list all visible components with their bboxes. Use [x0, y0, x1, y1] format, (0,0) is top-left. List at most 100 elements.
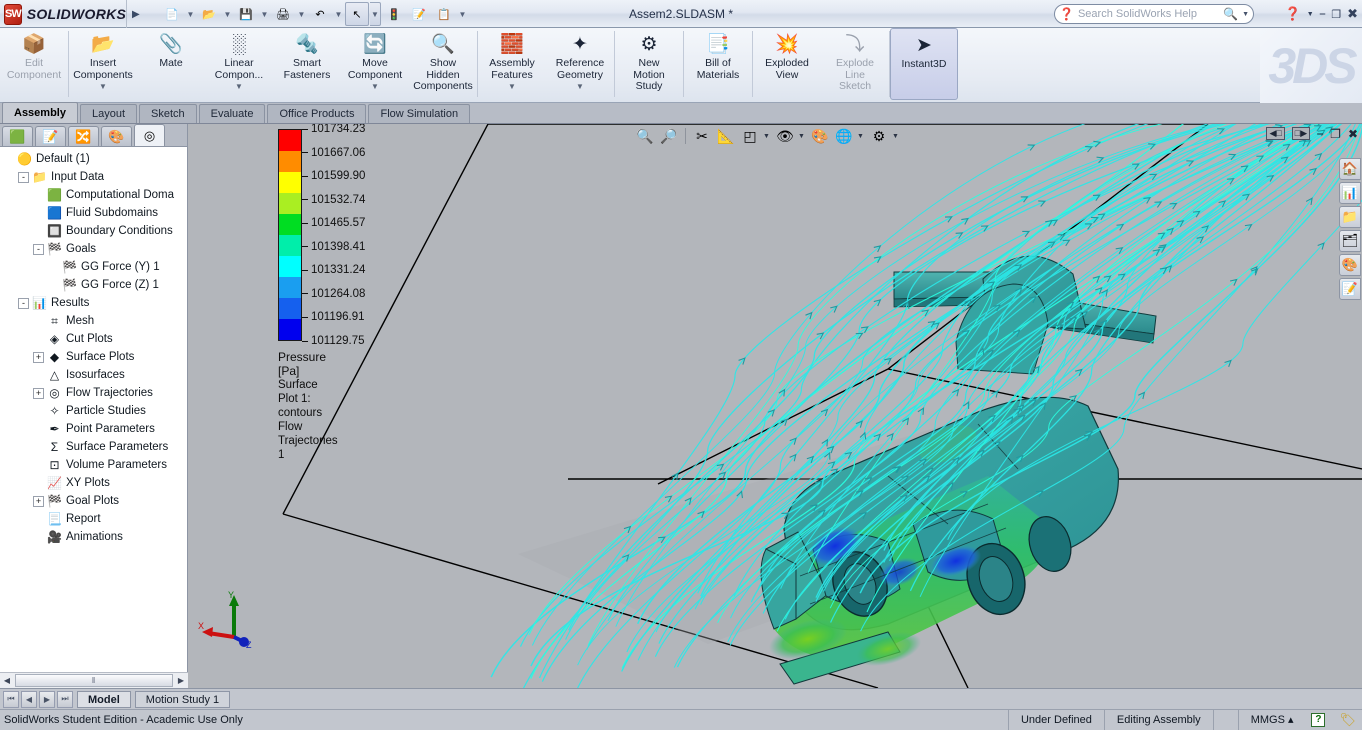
- doc-tab-motion-study-1[interactable]: Motion Study 1: [134, 690, 231, 708]
- ribbon-assembly-features-button[interactable]: 🧱 Assembly Features ▼: [478, 28, 546, 103]
- restore-right-icon[interactable]: □▶: [1291, 127, 1311, 140]
- tab-office-products[interactable]: Office Products: [267, 104, 367, 123]
- tree-item-results[interactable]: - 📊 Results: [3, 294, 187, 312]
- tree-item-isosurfaces[interactable]: △ Isosurfaces: [3, 366, 187, 384]
- ribbon-insert-components-button[interactable]: 📂 Insert Components ▼: [69, 28, 137, 103]
- ribbon-linear-component-pattern-button[interactable]: ░ Linear Compon... ▼: [205, 28, 273, 103]
- restore-icon[interactable]: ❐: [1331, 8, 1341, 21]
- view-settings-icon[interactable]: ⚙: [868, 126, 890, 146]
- ribbon-mate-button[interactable]: 📎 Mate: [137, 28, 205, 103]
- chevron-down-icon[interactable]: ▼: [370, 2, 381, 26]
- tab-sketch[interactable]: Sketch: [139, 104, 197, 123]
- chevron-down-icon[interactable]: ▼: [892, 133, 901, 140]
- options-icon[interactable]: 📝: [407, 2, 431, 26]
- new-document-icon[interactable]: 📄: [160, 2, 184, 26]
- status-mmgs[interactable]: MMGS ▴: [1237, 709, 1306, 730]
- ribbon-move-component-button[interactable]: 🔄 Move Component ▼: [341, 28, 409, 103]
- appearances-scenes-icon[interactable]: 🎨: [1339, 254, 1361, 276]
- tree-item-point-parameters[interactable]: ✒ Point Parameters: [3, 420, 187, 438]
- expand-icon[interactable]: +: [33, 387, 44, 399]
- apply-scene-icon[interactable]: 🌐: [833, 126, 855, 146]
- tree-item-particle-studies[interactable]: ✧ Particle Studies: [3, 402, 187, 420]
- property-manager-tab[interactable]: 📝: [35, 126, 66, 146]
- tree-item-default-1[interactable]: 🟡 Default (1): [3, 150, 187, 168]
- status-editing-assembly[interactable]: Editing Assembly: [1103, 709, 1213, 730]
- flow-simulation-tab[interactable]: ◎: [134, 124, 165, 146]
- select-pointer-icon[interactable]: ↖: [345, 2, 369, 26]
- chevron-down-icon[interactable]: ▼: [798, 133, 807, 140]
- edit-appearance-icon[interactable]: 🎨: [809, 126, 831, 146]
- ribbon-reference-geometry-button[interactable]: ✦ Reference Geometry ▼: [546, 28, 614, 103]
- expand-icon[interactable]: +: [33, 351, 44, 363]
- tab-flow-simulation[interactable]: Flow Simulation: [368, 104, 471, 123]
- scrollbar-thumb[interactable]: ‖: [15, 674, 173, 687]
- zoom-to-area-icon[interactable]: 🔎: [658, 126, 680, 146]
- rebuild-icon[interactable]: 🚦: [382, 2, 406, 26]
- tree-item-goal-plots[interactable]: + 🏁 Goal Plots: [3, 492, 187, 510]
- ribbon-show-hidden-components-button[interactable]: 🔍 Show Hidden Components: [409, 28, 477, 103]
- close-icon[interactable]: ✖: [1347, 6, 1358, 22]
- print-icon[interactable]: 🖨: [271, 2, 295, 26]
- tab-assembly[interactable]: Assembly: [2, 102, 78, 123]
- previous-icon[interactable]: ◀: [21, 690, 37, 708]
- ribbon-smart-fasteners-button[interactable]: 🔩 Smart Fasteners: [273, 28, 341, 103]
- chevron-down-icon[interactable]: ▼: [296, 2, 307, 26]
- tree-item-gg-force-z-1[interactable]: 🏁 GG Force (Z) 1: [3, 276, 187, 294]
- chevron-down-icon[interactable]: ▼: [222, 2, 233, 26]
- display-manager-tab[interactable]: 🎨: [101, 126, 132, 146]
- graphics-viewport[interactable]: 101734.23 101667.06 101599.90 101532.74 1014…: [188, 124, 1362, 688]
- solidworks-resources-icon[interactable]: 🏠: [1339, 158, 1361, 180]
- ribbon-exploded-view-button[interactable]: 💥 Exploded View: [753, 28, 821, 103]
- chevron-down-icon[interactable]: ▼: [457, 2, 468, 26]
- chevron-down-icon[interactable]: ▼: [576, 81, 584, 91]
- expand-icon[interactable]: +: [33, 495, 44, 507]
- first-icon[interactable]: ⏮: [3, 690, 19, 708]
- tree-item-volume-parameters[interactable]: ⊡ Volume Parameters: [3, 456, 187, 474]
- close-icon[interactable]: ✖: [1348, 127, 1358, 141]
- tree-horizontal-scrollbar[interactable]: ◀ ‖ ▶: [0, 672, 188, 688]
- tree-item-flow-trajectories[interactable]: + ◎ Flow Trajectories: [3, 384, 187, 402]
- tree-item-animations[interactable]: 🎥 Animations: [3, 528, 187, 546]
- restore-icon[interactable]: ❐: [1330, 127, 1341, 141]
- tab-evaluate[interactable]: Evaluate: [198, 104, 266, 123]
- collapse-icon[interactable]: -: [33, 243, 44, 255]
- help-icon[interactable]: ❓: [1285, 6, 1301, 22]
- tree-item-xy-plots[interactable]: 📈 XY Plots: [3, 474, 187, 492]
- design-library-icon[interactable]: 📊: [1339, 182, 1361, 204]
- tree-item-surface-plots[interactable]: + ◆ Surface Plots: [3, 348, 187, 366]
- minimize-icon[interactable]: ⎯: [1320, 8, 1326, 21]
- doc-tab-model[interactable]: Model: [77, 690, 131, 708]
- ribbon-instant3d-button[interactable]: ➤ Instant3D: [890, 28, 958, 100]
- tree-item-report[interactable]: 📃 Report: [3, 510, 187, 528]
- hide-show-items-icon[interactable]: 👁: [774, 126, 796, 146]
- chevron-down-icon[interactable]: ▼: [259, 2, 270, 26]
- search-input[interactable]: ❓ Search SolidWorks Help 🔍 ▼: [1054, 4, 1254, 24]
- search-icon[interactable]: 🔍: [1223, 7, 1238, 21]
- tab-layout[interactable]: Layout: [79, 104, 138, 123]
- tree-item-gg-force-y-1[interactable]: 🏁 GG Force (Y) 1: [3, 258, 187, 276]
- view-orientation-icon[interactable]: 📐: [715, 126, 737, 146]
- minimize-icon[interactable]: ⎯: [1317, 126, 1323, 141]
- restore-left-icon[interactable]: ◀□: [1266, 127, 1285, 140]
- solidworks-logo[interactable]: SW SOLIDWORKS: [4, 2, 126, 26]
- tag-icon[interactable]: 🏷: [1325, 712, 1362, 728]
- status-under-defined[interactable]: Under Defined: [1007, 709, 1104, 730]
- tree-item-boundary-conditions[interactable]: 🔲 Boundary Conditions: [3, 222, 187, 240]
- ribbon-new-motion-study-button[interactable]: ⚙ New Motion Study: [615, 28, 683, 103]
- undo-icon[interactable]: ↶: [308, 2, 332, 26]
- chevron-down-icon[interactable]: ▼: [508, 81, 516, 91]
- view-palette-icon[interactable]: 🗂: [1339, 230, 1361, 252]
- collapse-icon[interactable]: -: [18, 297, 29, 309]
- chevron-down-icon[interactable]: ▼: [1242, 11, 1249, 18]
- scroll-left-icon[interactable]: ◀: [0, 676, 14, 685]
- chevron-down-icon[interactable]: ▼: [371, 81, 379, 91]
- chevron-down-icon[interactable]: ▼: [1307, 11, 1314, 18]
- tree-item-fluid-subdomains[interactable]: 🟦 Fluid Subdomains: [3, 204, 187, 222]
- tree-item-goals[interactable]: - 🏁 Goals: [3, 240, 187, 258]
- checklist-icon[interactable]: 📋: [432, 2, 456, 26]
- menu-expand-icon[interactable]: ▶: [132, 9, 140, 20]
- tree-item-surface-parameters[interactable]: Σ Surface Parameters: [3, 438, 187, 456]
- collapse-icon[interactable]: -: [18, 171, 29, 183]
- chevron-down-icon[interactable]: ▼: [333, 2, 344, 26]
- tree-item-mesh[interactable]: ⌗ Mesh: [3, 312, 187, 330]
